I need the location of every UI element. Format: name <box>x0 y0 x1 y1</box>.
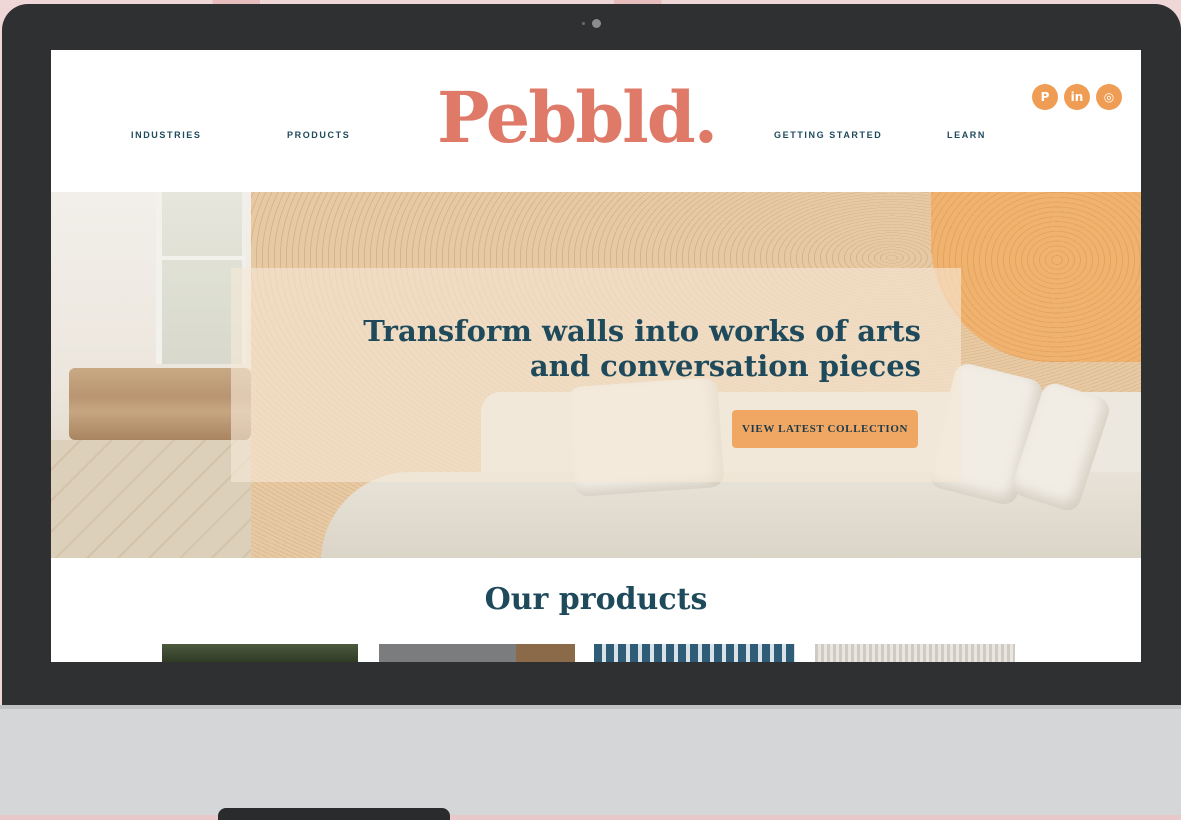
hero-floor <box>51 440 251 558</box>
instagram-icon[interactable]: ◎ <box>1096 84 1122 110</box>
hero-title-line1: Transform walls into works of arts <box>363 314 921 348</box>
monitor-stand <box>218 808 450 820</box>
nav-products[interactable]: PRODUCTS <box>287 130 350 140</box>
hero-title: Transform walls into works of arts and c… <box>281 314 921 384</box>
hero-banner: Transform walls into works of arts and c… <box>51 192 1141 558</box>
product-thumbnail[interactable] <box>815 644 1015 662</box>
nav-industries[interactable]: INDUSTRIES <box>131 130 202 140</box>
products-heading: Our products <box>484 582 708 617</box>
monitor-chin <box>0 705 1181 815</box>
browser-viewport: INDUSTRIES PRODUCTS Pebbld. GETTING STAR… <box>51 50 1141 662</box>
window-frame <box>156 256 246 260</box>
sensor-dot <box>582 22 585 25</box>
pinterest-icon[interactable]: P <box>1032 84 1058 110</box>
product-thumbnail[interactable] <box>379 644 575 662</box>
linkedin-icon[interactable]: in <box>1064 84 1090 110</box>
camera-icon <box>592 19 601 28</box>
monitor-chin-edge <box>0 705 1181 709</box>
nav-learn[interactable]: LEARN <box>947 130 986 140</box>
hero-title-line2: and conversation pieces <box>529 349 921 383</box>
logo[interactable]: Pebbld. <box>437 83 718 153</box>
product-thumbnail[interactable] <box>162 644 358 662</box>
view-latest-collection-button[interactable]: VIEW LATEST COLLECTION <box>732 410 918 448</box>
nav-getting-started[interactable]: GETTING STARTED <box>774 130 882 140</box>
hero-bench <box>69 368 251 440</box>
product-thumbnail[interactable] <box>594 644 795 662</box>
